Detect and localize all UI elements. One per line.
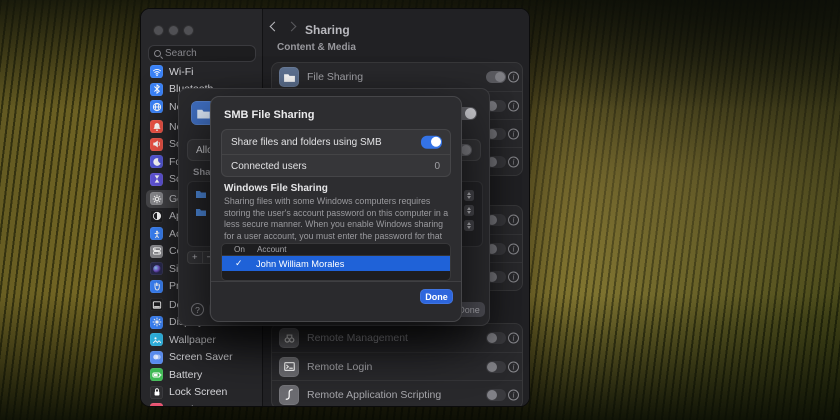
service-row-remote-application-scripting: Remote Application Scripting i (272, 380, 522, 407)
connected-users-label: Connected users (231, 161, 307, 172)
windows-sharing-accounts-table: On Account ✓ John William Morales (221, 243, 451, 281)
info-icon[interactable]: i (508, 156, 519, 167)
permission-stepper-icon[interactable] (464, 220, 474, 231)
accounts-table-header: On Account (222, 244, 450, 256)
help-button[interactable]: ? (191, 303, 204, 316)
dock-icon (150, 298, 163, 311)
permission-stepper-icon[interactable] (464, 205, 474, 216)
smb-settings-box: Share files and folders using SMB Connec… (221, 129, 451, 177)
binoculars-icon (279, 328, 299, 348)
service-toggle[interactable] (486, 71, 506, 83)
account-name: John William Morales (256, 259, 344, 269)
service-row-remote-management: Remote Management i (272, 324, 522, 352)
cc-icon (150, 245, 163, 258)
service-label: Remote Login (307, 361, 372, 373)
half-icon (150, 210, 163, 223)
smb-toggle-row: Share files and folders using SMB (222, 130, 450, 154)
screensaver-icon (150, 351, 163, 364)
traffic-lights (153, 25, 194, 36)
sidebar-item-label: Battery (169, 369, 202, 381)
info-icon[interactable]: i (508, 128, 519, 139)
connected-users-row: Connected users 0 (222, 154, 450, 178)
info-icon[interactable]: i (508, 215, 519, 226)
column-on: On (234, 245, 245, 254)
smb-toggle-label: Share files and folders using SMB (231, 137, 382, 148)
page-title: Sharing (305, 23, 350, 37)
info-icon[interactable]: i (508, 333, 519, 344)
dialog-title: SMB File Sharing (224, 109, 314, 121)
shared-folder-icon[interactable] (194, 187, 208, 199)
sidebar-item-touch-id-password[interactable]: Touch ID & Password (146, 401, 258, 407)
wallpaper-icon (150, 333, 163, 346)
sidebar-item-label: Touch ID & Password (169, 404, 269, 407)
service-row-file-sharing: File Sharing i (272, 63, 522, 91)
section-header: Content & Media (277, 42, 356, 53)
person-icon (150, 227, 163, 240)
search-input[interactable]: Search (148, 45, 256, 62)
windows-file-sharing-header: Windows File Sharing (224, 183, 328, 194)
hourglass-icon (150, 173, 163, 186)
sidebar-item-lock-screen[interactable]: Lock Screen (146, 384, 258, 402)
info-icon[interactable]: i (508, 361, 519, 372)
close-window-button[interactable] (153, 25, 164, 36)
sidebar-item-wi-fi[interactable]: Wi-Fi (146, 63, 258, 81)
sun-icon (150, 316, 163, 329)
dialog-footer: Done (211, 281, 461, 321)
info-icon[interactable]: i (508, 100, 519, 111)
permission-stepper-icon[interactable] (464, 190, 474, 201)
search-icon (154, 50, 161, 57)
column-account: Account (257, 245, 287, 254)
service-toggle[interactable] (486, 332, 506, 344)
forward-chevron-icon[interactable] (287, 22, 297, 32)
minimize-window-button[interactable] (168, 25, 179, 36)
bell-icon (150, 120, 163, 133)
shared-folder-icon[interactable] (194, 205, 208, 217)
bluetooth-icon (150, 83, 163, 96)
service-label: Remote Management (307, 332, 408, 344)
moon-icon (150, 155, 163, 168)
siri-icon (150, 262, 163, 275)
back-chevron-icon[interactable] (270, 22, 280, 32)
service-group-box: Remote ManagementiRemote LoginiRemote Ap… (271, 323, 523, 407)
sidebar-item-label: Wallpaper (169, 334, 216, 346)
service-label: File Sharing (307, 71, 363, 83)
info-icon[interactable]: i (508, 389, 519, 400)
smb-file-sharing-dialog: SMB File Sharing Share files and folders… (210, 96, 462, 322)
sidebar-item-wallpaper[interactable]: Wallpaper (146, 331, 258, 349)
info-icon[interactable]: i (508, 243, 519, 254)
connected-users-value: 0 (434, 161, 440, 172)
sidebar-item-battery[interactable]: Battery (146, 366, 258, 384)
speaker-icon (150, 138, 163, 151)
account-row[interactable]: ✓ John William Morales (222, 256, 450, 271)
search-placeholder: Search (165, 48, 197, 59)
service-row-remote-login: Remote Login i (272, 352, 522, 380)
wifi-icon (150, 65, 163, 78)
globe-icon (150, 100, 163, 113)
checkmark-icon[interactable]: ✓ (235, 258, 249, 269)
lock-icon (150, 386, 163, 399)
hand-icon (150, 280, 163, 293)
add-folder-button[interactable]: + (188, 252, 203, 263)
sidebar-item-label: Screen Saver (169, 351, 233, 363)
folder-icon (279, 67, 299, 87)
fingerprint-icon (150, 403, 163, 407)
info-icon[interactable]: i (508, 271, 519, 282)
sidebar-item-label: Wi-Fi (169, 66, 194, 78)
gear-icon (150, 192, 163, 205)
service-label: Remote Application Scripting (307, 389, 441, 401)
terminal-icon (279, 357, 299, 377)
sidebar-item-screen-saver[interactable]: Screen Saver (146, 349, 258, 367)
service-toggle[interactable] (486, 389, 506, 401)
zoom-window-button[interactable] (183, 25, 194, 36)
sidebar-item-label: Lock Screen (169, 386, 227, 398)
dialog-done-button[interactable]: Done (420, 289, 453, 304)
script-icon (279, 385, 299, 405)
info-icon[interactable]: i (508, 72, 519, 83)
battery-icon (150, 368, 163, 381)
smb-toggle[interactable] (421, 136, 442, 149)
service-toggle[interactable] (486, 361, 506, 373)
